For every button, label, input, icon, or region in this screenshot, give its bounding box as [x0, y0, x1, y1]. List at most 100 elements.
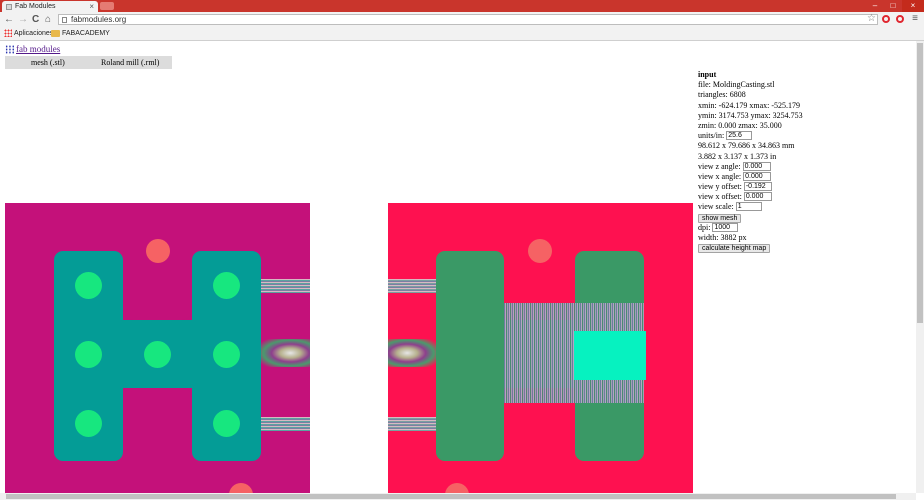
bookmark-fabacademy[interactable]: FABACADEMY: [62, 28, 110, 39]
view-scale-row: view scale: 1: [698, 202, 908, 212]
dpi-label: dpi:: [698, 222, 711, 232]
green-dot: [75, 272, 102, 299]
ymin-value: 3174.753: [718, 110, 749, 120]
close-window-button[interactable]: ×: [902, 0, 924, 12]
units-label: units/in:: [698, 131, 725, 141]
size-in: 3.882 x 3.137 x 1.373 in: [698, 151, 777, 161]
maximize-button[interactable]: □: [884, 0, 902, 12]
address-bar[interactable]: fabmodules.org: [58, 14, 878, 25]
new-tab-button[interactable]: [100, 2, 114, 10]
module-menubar: mesh (.stl) Roland mill (.rml): [5, 56, 172, 69]
green-dot: [75, 341, 102, 368]
notch-bottom: [123, 388, 192, 493]
minimize-button[interactable]: –: [866, 0, 884, 12]
mesh-view-canvas[interactable]: [5, 203, 310, 493]
view-z-angle-input[interactable]: 0.000: [742, 161, 771, 171]
mesh-artifact-stripe: [261, 417, 310, 431]
apps-grid-icon[interactable]: [4, 29, 12, 37]
opera-extension-icon-2[interactable]: [896, 15, 904, 23]
browser-toolbar: ← → C ⌂ fabmodules.org ☆ ≡: [0, 12, 924, 27]
browser-tab[interactable]: Fab Modules ×: [2, 1, 98, 12]
input-format-menu[interactable]: mesh (.stl): [31, 56, 65, 69]
salmon-dot: [445, 483, 469, 493]
salmon-dot: [229, 483, 253, 493]
view-scale-input[interactable]: 1: [735, 202, 762, 212]
cyan-pocket: [574, 331, 646, 380]
view-x-offset-row: view x offset: 0.000: [698, 192, 908, 202]
fab-modules-link[interactable]: fab modules: [16, 44, 60, 55]
show-mesh-row: show mesh: [698, 213, 908, 223]
height-map-canvas[interactable]: [388, 203, 693, 493]
h-shape-left-column: [436, 251, 504, 461]
output-machine-menu[interactable]: Roland mill (.rml): [101, 56, 159, 69]
zmax-value: 35.000: [759, 120, 782, 130]
vertical-scrollbar-thumb[interactable]: [917, 43, 923, 323]
view-z-angle-label: view z angle:: [698, 161, 741, 171]
xmax-label: xmax:: [749, 100, 770, 110]
view-y-offset-label: view y offset:: [698, 182, 742, 192]
size-mm: 98.612 x 79.686 x 34.863 mm: [698, 141, 795, 151]
dpi-row: dpi: 1000: [698, 222, 908, 233]
x-range-row: xmin: -624.179 xmax: -525.179: [698, 101, 908, 111]
calc-row: calculate height map: [698, 243, 908, 254]
green-dot: [213, 341, 240, 368]
notch-bottom: [504, 388, 575, 493]
view-x-offset-input[interactable]: 0.000: [743, 192, 772, 202]
width-row: width: 3882 px: [698, 233, 908, 243]
view-y-offset-row: view y offset: -0.192: [698, 182, 908, 192]
bookmark-apps[interactable]: Aplicaciones: [14, 28, 53, 39]
triangles-label: triangles:: [698, 90, 728, 100]
green-dot: [75, 410, 102, 437]
triangles-row: triangles: 6808: [698, 90, 908, 100]
tab-strip: Fab Modules × – □ ×: [0, 0, 924, 12]
dpi-input[interactable]: 1000: [712, 222, 739, 232]
browser-menu-icon[interactable]: ≡: [912, 12, 918, 26]
folder-icon: [51, 30, 60, 37]
salmon-dot: [146, 239, 170, 263]
view-x-angle-input[interactable]: 0.000: [743, 171, 772, 181]
mesh-artifact-stripe: [261, 279, 310, 293]
tab-close-icon[interactable]: ×: [89, 1, 94, 12]
mesh-artifact-stripe: [261, 339, 310, 367]
units-row: units/in: 25.6: [698, 131, 908, 141]
home-button[interactable]: ⌂: [45, 13, 51, 26]
units-input[interactable]: 25.6: [726, 131, 753, 141]
view-scale-label: view scale:: [698, 202, 734, 212]
mesh-artifact-stripe: [388, 417, 436, 431]
green-dot: [144, 341, 171, 368]
ymax-label: ymax:: [750, 110, 771, 120]
vertical-scrollbar[interactable]: [916, 41, 924, 493]
zmin-label: zmin:: [698, 120, 717, 130]
tab-title: Fab Modules: [15, 3, 56, 10]
page-icon: [62, 17, 67, 23]
panel-title: input: [698, 70, 717, 79]
xmin-label: xmin:: [698, 100, 717, 110]
width-label: width:: [698, 233, 719, 242]
bookmarks-bar: Aplicaciones FABACADEMY: [0, 27, 924, 41]
xmax-value: -525.179: [771, 100, 801, 110]
page-favicon-icon: [6, 4, 12, 10]
z-range-row: zmin: 0.000 zmax: 35.000: [698, 121, 908, 131]
input-panel: input file: MoldingCasting.stl triangles…: [698, 70, 908, 254]
xmin-value: -624.179: [718, 100, 748, 110]
view-z-angle-row: view z angle: 0.000: [698, 161, 908, 172]
ymin-label: ymin:: [698, 110, 717, 120]
horizontal-scrollbar[interactable]: [0, 493, 916, 500]
back-button[interactable]: ←: [4, 13, 14, 26]
url-text: fabmodules.org: [71, 15, 127, 24]
forward-button[interactable]: →: [18, 13, 28, 26]
file-label: file:: [698, 80, 711, 90]
file-value: MoldingCasting.stl: [712, 80, 775, 90]
window-controls: – □ ×: [866, 0, 924, 12]
triangles-value: 6808: [729, 90, 746, 100]
calculate-height-map-button[interactable]: calculate height map: [698, 244, 771, 254]
horizontal-scrollbar-thumb[interactable]: [6, 494, 896, 499]
bookmark-star-icon[interactable]: ☆: [867, 13, 876, 25]
salmon-dot: [528, 239, 552, 263]
zmax-label: zmax:: [738, 120, 758, 130]
view-y-offset-input[interactable]: -0.192: [743, 182, 772, 192]
view-x-angle-label: view x angle:: [698, 171, 742, 181]
opera-extension-icon[interactable]: [882, 15, 890, 23]
reload-button[interactable]: C: [32, 13, 39, 26]
show-mesh-button[interactable]: show mesh: [698, 213, 742, 223]
